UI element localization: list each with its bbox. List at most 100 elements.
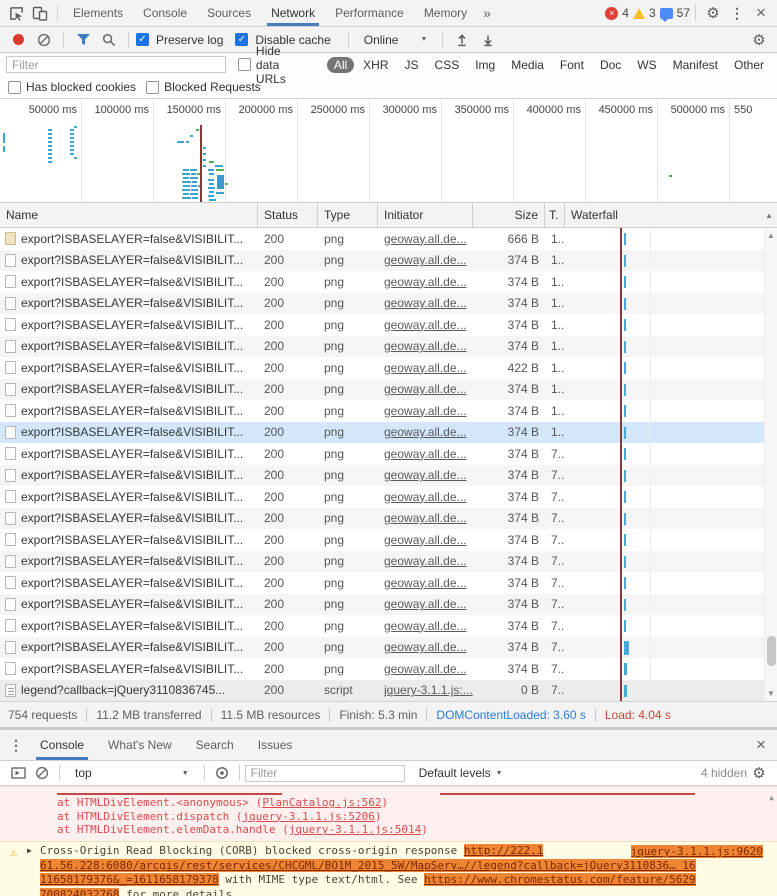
drawer-tab-what-s-new[interactable]: What's New [96, 730, 184, 760]
record-network-log-button[interactable] [6, 29, 30, 51]
type-filter-js[interactable]: JS [398, 57, 426, 73]
clear-console-icon[interactable] [30, 762, 54, 784]
type-filter-ws[interactable]: WS [630, 57, 663, 73]
table-row[interactable]: export?ISBASELAYER=false&VISIBILIT...200… [0, 572, 777, 594]
initiator-link[interactable]: geoway.all.de... [384, 576, 467, 590]
initiator-link[interactable]: geoway.all.de... [384, 640, 467, 654]
tab-console[interactable]: Console [133, 0, 197, 26]
messages-badge-icon[interactable] [660, 8, 673, 19]
column-header-status[interactable]: Status [258, 203, 318, 227]
import-har-icon[interactable] [450, 29, 474, 51]
type-filter-media[interactable]: Media [504, 57, 551, 73]
filter-icon[interactable] [71, 29, 95, 51]
device-toolbar-icon[interactable] [28, 2, 52, 24]
initiator-link[interactable]: geoway.all.de... [384, 662, 467, 676]
type-filter-doc[interactable]: Doc [593, 57, 628, 73]
more-tabs-chevron[interactable]: » [477, 5, 497, 21]
initiator-link[interactable]: geoway.all.de... [384, 490, 467, 504]
error-badge-icon[interactable]: × [605, 7, 618, 20]
blocked-requests-checkbox[interactable] [146, 81, 159, 94]
drawer-tab-issues[interactable]: Issues [246, 730, 305, 760]
table-row[interactable]: export?ISBASELAYER=false&VISIBILIT...200… [0, 637, 777, 659]
table-row[interactable]: export?ISBASELAYER=false&VISIBILIT...200… [0, 293, 777, 315]
table-row[interactable]: export?ISBASELAYER=false&VISIBILIT...200… [0, 422, 777, 444]
table-row[interactable]: export?ISBASELAYER=false&VISIBILIT...200… [0, 336, 777, 358]
table-row[interactable]: export?ISBASELAYER=false&VISIBILIT...200… [0, 250, 777, 272]
export-har-icon[interactable] [476, 29, 500, 51]
inspect-element-icon[interactable] [4, 2, 28, 24]
column-header-waterfall[interactable]: Waterfall ▲ [565, 203, 777, 227]
hidden-messages-count[interactable]: 4 hidden [701, 766, 747, 780]
initiator-link[interactable]: geoway.all.de... [384, 425, 467, 439]
column-header-size[interactable]: Size [473, 203, 545, 227]
kebab-menu-icon[interactable]: ⋮ [725, 2, 749, 24]
column-header-type[interactable]: Type [318, 203, 378, 227]
warning-badge-icon[interactable] [633, 8, 645, 19]
close-devtools-icon[interactable]: × [749, 2, 773, 24]
search-icon[interactable] [97, 29, 121, 51]
scroll-up-icon[interactable]: ▲ [765, 231, 777, 240]
expand-arrow-icon[interactable]: ▶ [27, 846, 32, 855]
type-filter-img[interactable]: Img [468, 57, 502, 73]
drawer-tab-console[interactable]: Console [28, 730, 96, 760]
error-count[interactable]: 4 [622, 6, 629, 20]
table-row[interactable]: export?ISBASELAYER=false&VISIBILIT...200… [0, 357, 777, 379]
initiator-link[interactable]: geoway.all.de... [384, 468, 467, 482]
source-location-link[interactable]: jquery-3.1.1.js:5206 [242, 810, 374, 823]
table-row[interactable]: export?ISBASELAYER=false&VISIBILIT...200… [0, 594, 777, 616]
table-row[interactable]: export?ISBASELAYER=false&VISIBILIT...200… [0, 314, 777, 336]
network-settings-gear-icon[interactable]: ⚙ [747, 29, 771, 51]
console-sidebar-icon[interactable] [6, 762, 30, 784]
initiator-link[interactable]: geoway.all.de... [384, 232, 467, 246]
initiator-link[interactable]: geoway.all.de... [384, 339, 467, 353]
initiator-link[interactable]: geoway.all.de... [384, 533, 467, 547]
initiator-link[interactable]: geoway.all.de... [384, 597, 467, 611]
network-overview-timeline[interactable]: 50000 ms100000 ms150000 ms200000 ms25000… [0, 99, 777, 203]
initiator-link[interactable]: geoway.all.de... [384, 361, 467, 375]
execution-context-selector[interactable]: top ▼ [65, 766, 199, 780]
scroll-down-icon[interactable]: ▼ [765, 689, 777, 698]
disable-cache-checkbox[interactable]: ✓ [235, 33, 248, 46]
initiator-link[interactable]: geoway.all.de... [384, 404, 467, 418]
table-row[interactable]: export?ISBASELAYER=false&VISIBILIT...200… [0, 658, 777, 680]
live-expression-eye-icon[interactable] [210, 762, 234, 784]
preserve-log-checkbox[interactable]: ✓ [136, 33, 149, 46]
close-drawer-icon[interactable]: × [749, 734, 773, 756]
console-scroll-up-icon[interactable]: ▲ [769, 793, 774, 802]
table-row[interactable]: export?ISBASELAYER=false&VISIBILIT...200… [0, 508, 777, 530]
table-row[interactable]: export?ISBASELAYER=false&VISIBILIT...200… [0, 486, 777, 508]
table-row[interactable]: export?ISBASELAYER=false&VISIBILIT...200… [0, 400, 777, 422]
table-scrollbar[interactable]: ▲▼ [764, 228, 777, 701]
tab-sources[interactable]: Sources [197, 0, 261, 26]
initiator-link[interactable]: geoway.all.de... [384, 296, 467, 310]
initiator-link[interactable]: geoway.all.de... [384, 511, 467, 525]
warning-source-link[interactable]: jquery-3.1.1.js:9620 [631, 845, 763, 858]
table-row[interactable]: export?ISBASELAYER=false&VISIBILIT...200… [0, 529, 777, 551]
table-row[interactable]: export?ISBASELAYER=false&VISIBILIT...200… [0, 551, 777, 573]
tab-network[interactable]: Network [261, 0, 325, 26]
table-row[interactable]: legend?callback=jQuery3110836745...200sc… [0, 680, 777, 702]
highlighted-link-text[interactable]: 11658179376&_=1611658179378 [40, 873, 219, 886]
type-filter-css[interactable]: CSS [428, 57, 467, 73]
type-filter-font[interactable]: Font [553, 57, 591, 73]
source-location-link[interactable]: jquery-3.1.1.js:5014 [289, 823, 421, 836]
console-filter-input[interactable] [245, 765, 405, 782]
log-levels-dropdown[interactable]: Default levels ▼ [419, 766, 503, 780]
tab-elements[interactable]: Elements [63, 0, 133, 26]
messages-count[interactable]: 57 [677, 6, 690, 20]
drawer-menu-icon[interactable]: ⋮ [4, 734, 28, 756]
highlighted-link-text[interactable]: 61.56.228:6080/arcgis/rest/services/CHCG… [40, 859, 696, 872]
tab-performance[interactable]: Performance [325, 0, 414, 26]
source-location-link[interactable]: PlanCatalog.js:562 [262, 796, 381, 809]
initiator-link[interactable]: geoway.all.de... [384, 447, 467, 461]
console-settings-gear-icon[interactable]: ⚙ [747, 762, 771, 784]
clear-network-log-icon[interactable] [32, 29, 56, 51]
settings-gear-icon[interactable]: ⚙ [701, 2, 725, 24]
table-row[interactable]: export?ISBASELAYER=false&VISIBILIT...200… [0, 615, 777, 637]
type-filter-other[interactable]: Other [727, 57, 771, 73]
scrollbar-thumb[interactable] [767, 636, 776, 666]
drawer-tab-search[interactable]: Search [184, 730, 246, 760]
highlighted-link-text[interactable]: https://www.chromestatus.com/feature/562… [424, 873, 696, 886]
initiator-link[interactable]: geoway.all.de... [384, 275, 467, 289]
initiator-link[interactable]: geoway.all.de... [384, 382, 467, 396]
